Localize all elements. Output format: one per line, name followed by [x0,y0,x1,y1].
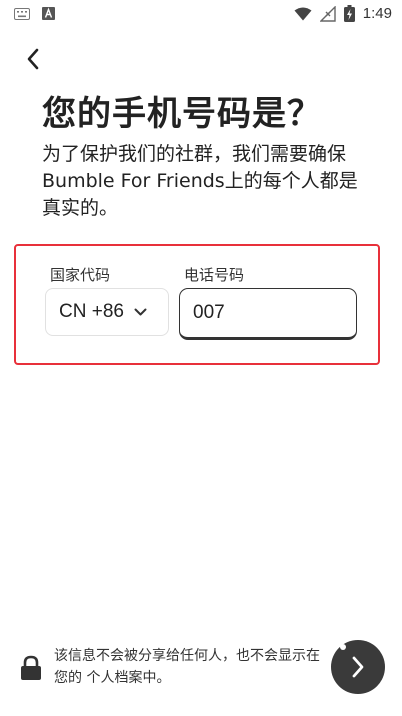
a-notification-icon [42,7,55,20]
privacy-note: 该信息不会被分享给任何人，也不会显示在您的 个人档案中。 [54,648,320,686]
keyboard-icon [14,7,30,20]
page-title: 您的手机号码是？ [42,94,322,134]
status-bar: 1:49 [0,0,402,30]
lock-icon [21,655,41,680]
chevron-left-icon [27,48,39,70]
back-button[interactable] [18,44,48,74]
sparkle-decoration [340,644,346,650]
phone-number-input[interactable] [179,288,357,340]
status-left [14,7,55,20]
battery-charging-icon [343,5,355,22]
next-button[interactable] [331,640,385,694]
no-signal-icon [319,5,336,22]
chevron-down-icon [134,308,147,315]
page-subtitle: 为了保护我们的社群，我们需要确保Bumble For Friends上的每个人都… [42,143,358,219]
country-code-label: 国家代码 [50,266,111,284]
phone-number-label: 电话号码 [184,266,245,284]
country-code-select[interactable]: CN +86 [45,288,169,336]
status-time: 1:49 [362,5,392,22]
country-code-value: CN +86 [59,301,124,322]
chevron-right-icon [352,656,364,678]
wifi-icon [294,7,312,20]
status-right: 1:49 [294,5,392,22]
